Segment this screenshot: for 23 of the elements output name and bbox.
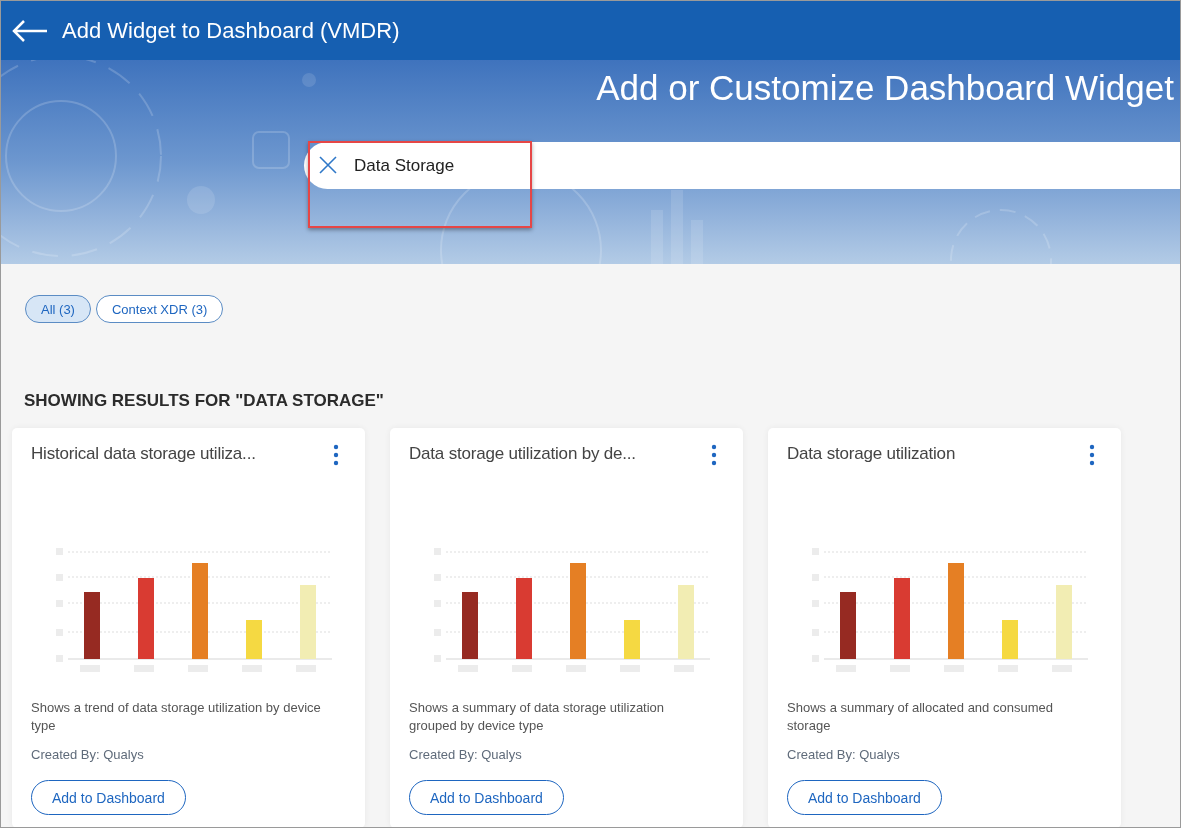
kebab-menu-icon[interactable] [333,444,339,466]
widget-creator: Created By: Qualys [787,747,901,762]
widget-creator: Created By: Qualys [409,747,523,762]
widget-creator: Created By: Qualys [31,747,145,762]
widget-description: Shows a trend of data storage utilization by device type [31,699,322,735]
add-to-dashboard-button[interactable]: Add to Dashboard [787,780,942,815]
add-to-dashboard-button[interactable]: Add to Dashboard [31,780,186,815]
search-field[interactable]: Data Storage [304,142,1180,189]
clear-icon[interactable] [318,155,338,175]
banner-heading: Add or Customize Dashboard Widget [596,68,1175,108]
page-title: Add Widget to Dashboard (VMDR) [62,17,400,44]
filter-chip[interactable]: All (3) [25,295,91,323]
widget-title: Historical data storage utiliza... [31,444,256,464]
widget-description: Shows a summary of allocated and consumed storage [787,699,1054,735]
results-heading: SHOWING RESULTS FOR "DATA STORAGE" [23,391,385,411]
widget-title: Data storage utilization [787,444,956,464]
widget-description: Shows a summary of data storage utilization grouped by device type [409,699,666,735]
back-arrow-icon[interactable] [12,19,48,42]
kebab-menu-icon[interactable] [1089,444,1095,466]
add-to-dashboard-button[interactable]: Add to Dashboard [409,780,564,815]
widget-title: Data storage utilization by de... [409,444,636,464]
kebab-menu-icon[interactable] [711,444,717,466]
filter-chip[interactable]: Context XDR (3) [95,295,224,323]
